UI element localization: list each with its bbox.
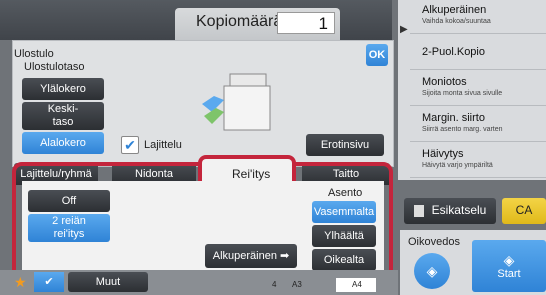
sort-label: Lajittelu <box>144 139 182 151</box>
tray-upper-button[interactable]: Ylälokero <box>22 78 104 100</box>
output-title: Ulostulo <box>14 48 54 60</box>
position-title: Asento <box>328 187 363 199</box>
menu-item-subtitle: Häivytä varjo ympäriltä <box>422 162 493 169</box>
menu-item-title: Alkuperäinen <box>422 4 487 16</box>
menu-item-duplex[interactable]: 2-Puol.Kopio <box>410 36 546 70</box>
two-hole-button[interactable]: 2 reiän rei'itys <box>28 214 110 242</box>
punch-off-button[interactable]: Off <box>28 190 110 212</box>
preview-icon <box>413 205 424 217</box>
counter-label: 4 <box>272 280 277 289</box>
separator-button[interactable]: Erotinsivu <box>306 134 384 156</box>
ok-button[interactable]: OK <box>366 44 388 66</box>
menu-item-original[interactable]: Alkuperäinen Vaihda kokoa/suuntaa <box>410 0 546 34</box>
position-right-button[interactable]: Oikealta <box>312 249 376 271</box>
paper-a4-label: A4 <box>352 280 362 289</box>
menu-item-margin-shift[interactable]: Margin. siirto Siirrä asento marg. varte… <box>410 108 546 142</box>
menu-item-subtitle: Siirrä asento marg. varten <box>422 126 503 133</box>
menu-item-title: 2-Puol.Kopio <box>422 46 485 58</box>
chevron-down-icon[interactable]: ✔ <box>34 272 64 292</box>
position-left-button[interactable]: Vasemmalta <box>312 201 376 223</box>
original-label: Alkuperäinen <box>212 249 277 262</box>
more-button[interactable]: Muut <box>68 272 148 292</box>
sort-checkbox[interactable]: ✔ <box>121 136 139 154</box>
menu-item-erase[interactable]: Häivytys Häivytä varjo ympäriltä <box>410 144 546 178</box>
copies-input[interactable]: 1 <box>277 12 335 34</box>
menu-item-multishot[interactable]: Moniotos Sijoita monta sivua sivulle <box>410 72 546 106</box>
proof-label: Oikovedos <box>408 236 460 248</box>
tab-punch-label: Rei'itys <box>232 167 271 181</box>
menu-item-subtitle: Sijoita monta sivua sivulle <box>422 90 503 97</box>
start-button[interactable]: ◈ Start <box>472 240 546 292</box>
star-icon[interactable]: ★ <box>14 274 27 291</box>
menu-item-title: Häivytys <box>422 148 464 160</box>
paper-a3-label: A3 <box>292 280 302 289</box>
menu-item-subtitle: Vaihda kokoa/suuntaa <box>422 18 491 25</box>
arrow-right-icon: ➡ <box>276 249 290 262</box>
proof-button[interactable]: ◈ <box>414 253 450 289</box>
copies-label: Kopiomäärä <box>196 13 283 30</box>
clear-all-button[interactable]: CA <box>502 198 546 224</box>
start-label: Start <box>497 267 521 280</box>
start-icon: ◈ <box>503 251 515 268</box>
preview-button[interactable]: Esikatselu <box>404 198 496 224</box>
position-top-button[interactable]: Ylhäältä <box>312 225 376 247</box>
expand-icon[interactable]: ▶ <box>400 24 408 35</box>
original-button[interactable]: Alkuperäinen ➡ <box>205 244 297 268</box>
tray-title: Ulostulotaso <box>24 61 85 73</box>
tray-middle-button[interactable]: Keski- taso <box>22 102 104 130</box>
tray-lower-button[interactable]: Alalokero <box>22 132 104 154</box>
menu-item-title: Moniotos <box>422 76 467 88</box>
preview-label: Esikatselu <box>431 203 487 218</box>
menu-item-title: Margin. siirto <box>422 112 485 124</box>
printer-image <box>200 70 288 132</box>
